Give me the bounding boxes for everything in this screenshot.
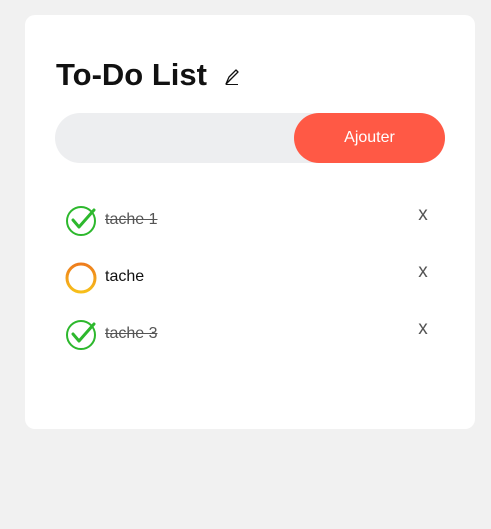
task-item[interactable]: tache x (65, 254, 435, 311)
add-task-row: Ajouter (55, 113, 445, 163)
pen-nib-icon (223, 68, 241, 86)
task-input[interactable] (55, 113, 295, 163)
unchecked-circle-icon[interactable] (65, 260, 99, 294)
delete-task-button[interactable]: x (411, 317, 435, 341)
todo-card: To-Do List Ajouter tache 1 x tache x tac… (25, 15, 475, 429)
task-label: tache 1 (105, 211, 158, 228)
delete-task-button[interactable]: x (411, 203, 435, 227)
task-label: tache 3 (105, 325, 158, 342)
delete-task-button[interactable]: x (411, 260, 435, 284)
task-label: tache (105, 268, 145, 285)
task-list: tache 1 x tache x tache 3 x (65, 197, 435, 368)
checked-circle-icon[interactable] (65, 317, 99, 351)
task-item[interactable]: tache 3 x (65, 311, 435, 368)
page-title: To-Do List (56, 57, 207, 92)
task-item[interactable]: tache 1 x (65, 197, 435, 254)
title-row: To-Do List (56, 57, 241, 93)
add-button[interactable]: Ajouter (294, 113, 445, 163)
checked-circle-icon[interactable] (65, 203, 99, 237)
